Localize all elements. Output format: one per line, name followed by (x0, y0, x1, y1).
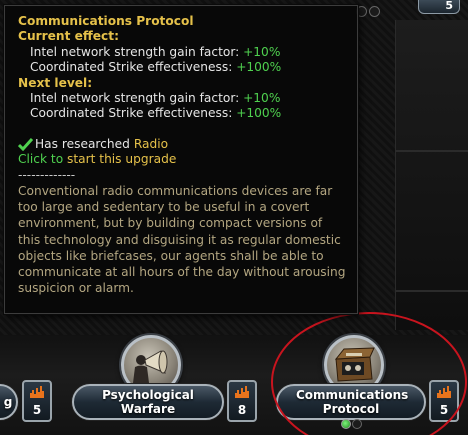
psychological-warfare-cost: 8 (227, 380, 257, 422)
click-prefix: Click to (18, 152, 64, 167)
effect-value: +100% (236, 106, 282, 121)
psychological-warfare-label: Psychological Warfare (102, 388, 194, 416)
requirement-line: Has researched Radio (18, 137, 357, 152)
side-panel (395, 20, 468, 330)
tooltip-description: Conventional radio communications device… (18, 184, 346, 296)
effect-label: Intel network strength gain factor: (30, 44, 240, 59)
megaphone-icon (133, 350, 168, 383)
effect-row: Intel network strength gain factor: +10% (18, 45, 357, 60)
effect-label: Intel network strength gain factor: (30, 91, 240, 106)
current-effect-heading: Current effect: (18, 29, 119, 44)
check-icon (18, 138, 33, 152)
click-action: start this upgrade (67, 152, 177, 167)
requirement-tech: Radio (133, 136, 169, 151)
upgrade-left-cost: 5 (22, 380, 52, 422)
effect-label: Coordinated Strike effectiveness: (30, 106, 233, 121)
effect-value: +10% (243, 91, 281, 106)
divider (395, 150, 468, 152)
effect-row: Coordinated Strike effectiveness: +100% (18, 106, 357, 121)
click-instruction: Click to start this upgrade (18, 152, 357, 167)
effect-label: Coordinated Strike effectiveness: (30, 60, 233, 75)
effect-value: +10% (243, 44, 281, 59)
effect-value: +100% (236, 60, 282, 75)
top-cost-badge: 5 (418, 0, 460, 14)
psychological-warfare-plate[interactable]: Psychological Warfare (72, 384, 224, 420)
top-cost-value: 5 (445, 0, 453, 12)
effect-row: Coordinated Strike effectiveness: +100% (18, 60, 357, 75)
separator: ------------- (18, 167, 76, 182)
upgrade-left-label: g (3, 395, 13, 409)
requirement-text: Has researched (35, 136, 130, 151)
tooltip-title: Communications Protocol (18, 14, 194, 28)
upgrade-tooltip: Communications Protocol Current effect: … (4, 5, 358, 314)
upgrade-left-cost-value: 5 (32, 403, 42, 417)
psychological-warfare-cost-value: 8 (237, 403, 247, 417)
intel-cost-icon (235, 386, 249, 398)
effect-row: Intel network strength gain factor: +10% (18, 91, 357, 106)
level-dot (369, 6, 380, 17)
top-level-dots (356, 6, 380, 17)
divider (395, 290, 468, 292)
intel-cost-icon (30, 386, 44, 398)
next-level-heading: Next level: (18, 75, 93, 90)
